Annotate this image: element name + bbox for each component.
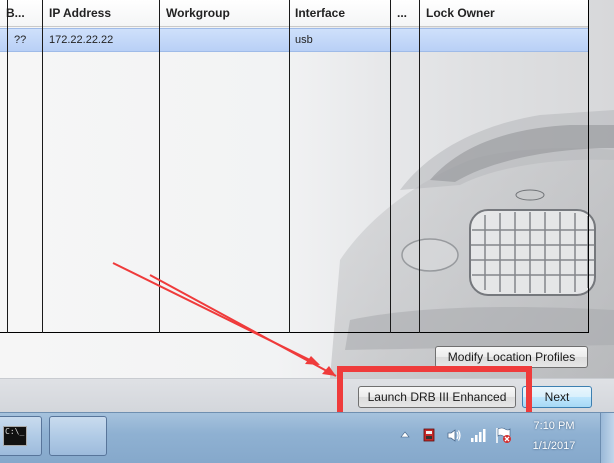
show-hidden-icons-arrow-icon[interactable]: [400, 430, 410, 440]
app-background: B... IP Address Workgroup Interface ... …: [0, 0, 614, 378]
column-divider: [390, 0, 391, 333]
column-divider: [419, 0, 420, 333]
screen: B... IP Address Workgroup Interface ... …: [0, 0, 614, 463]
clock-time[interactable]: 7:10 PM: [528, 420, 580, 432]
speaker-icon[interactable]: [446, 428, 462, 443]
modify-location-profiles-button[interactable]: Modify Location Profiles: [435, 346, 588, 368]
show-desktop-button[interactable]: [600, 413, 614, 463]
column-header-lock-owner[interactable]: Lock Owner: [420, 0, 588, 27]
command-prompt-icon: C:\_: [3, 426, 27, 446]
column-divider: [7, 0, 8, 333]
cell-interface: usb: [295, 34, 313, 46]
device-icon[interactable]: [421, 427, 437, 443]
column-divider: [289, 0, 290, 333]
taskbar-command-prompt-button[interactable]: C:\_: [0, 416, 42, 456]
taskbar-app-button[interactable]: [49, 416, 107, 456]
cell-ip-address: 172.22.22.22: [49, 34, 114, 46]
column-divider: [159, 0, 160, 333]
cell-b: ??: [14, 34, 27, 46]
column-header-more[interactable]: ...: [391, 0, 420, 27]
next-button[interactable]: Next: [522, 386, 592, 408]
cell-more: [391, 28, 420, 52]
clock-date[interactable]: 1/1/2017: [528, 440, 580, 452]
cell-workgroup: [160, 28, 289, 52]
taskbar: C:\_: [0, 412, 614, 463]
device-table: B... IP Address Workgroup Interface ... …: [0, 0, 589, 333]
column-header-workgroup[interactable]: Workgroup: [160, 0, 289, 27]
network-signal-icon[interactable]: [470, 428, 486, 443]
action-center-flag-icon[interactable]: [494, 427, 512, 444]
column-header-ip-address[interactable]: IP Address: [43, 0, 160, 27]
column-divider: [42, 0, 43, 333]
column-header-interface[interactable]: Interface: [289, 0, 391, 27]
cell-lock-owner: [420, 28, 588, 52]
